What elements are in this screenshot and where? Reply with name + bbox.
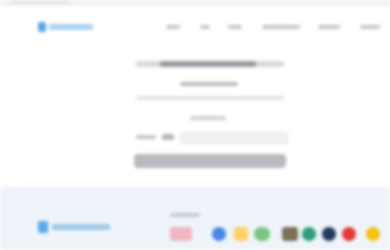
form-description xyxy=(136,96,284,100)
nav-link-3[interactable] xyxy=(228,25,242,29)
footer-partners-title xyxy=(170,213,200,217)
logo-mark-icon xyxy=(38,22,46,32)
site-footer xyxy=(0,187,390,250)
badge-9-icon xyxy=(366,227,380,241)
form-subheading xyxy=(180,82,238,86)
site-logo[interactable] xyxy=(38,22,93,32)
footer-logo-mark-icon xyxy=(38,221,48,233)
footer-logo-wordmark xyxy=(52,224,110,230)
badge-7-icon xyxy=(322,227,336,241)
logo-wordmark xyxy=(49,24,93,30)
site-header xyxy=(0,6,390,42)
nav-link-1[interactable] xyxy=(166,25,180,29)
footer-logo[interactable] xyxy=(38,221,110,233)
badge-3-icon xyxy=(234,227,248,241)
nav-link-6[interactable] xyxy=(360,25,380,29)
phone-field-label xyxy=(136,135,156,139)
badge-5-icon xyxy=(282,227,298,241)
badge-4-icon xyxy=(254,227,270,241)
form-field-caption xyxy=(190,116,226,120)
nav-link-2[interactable] xyxy=(200,25,210,29)
phone-input[interactable] xyxy=(180,132,288,144)
form-heading xyxy=(136,61,284,67)
badge-1-icon xyxy=(170,227,192,241)
country-code-select[interactable] xyxy=(162,134,174,140)
nav-link-5[interactable] xyxy=(318,25,340,29)
top-strip-text xyxy=(10,1,70,4)
badge-8-icon xyxy=(342,227,356,241)
badge-2-icon xyxy=(212,227,226,241)
nav-link-4[interactable] xyxy=(262,25,300,29)
form-heading-emphasis xyxy=(160,61,256,67)
badge-6-icon xyxy=(302,227,316,241)
phone-field-row xyxy=(134,132,288,144)
submit-button[interactable] xyxy=(134,154,286,168)
